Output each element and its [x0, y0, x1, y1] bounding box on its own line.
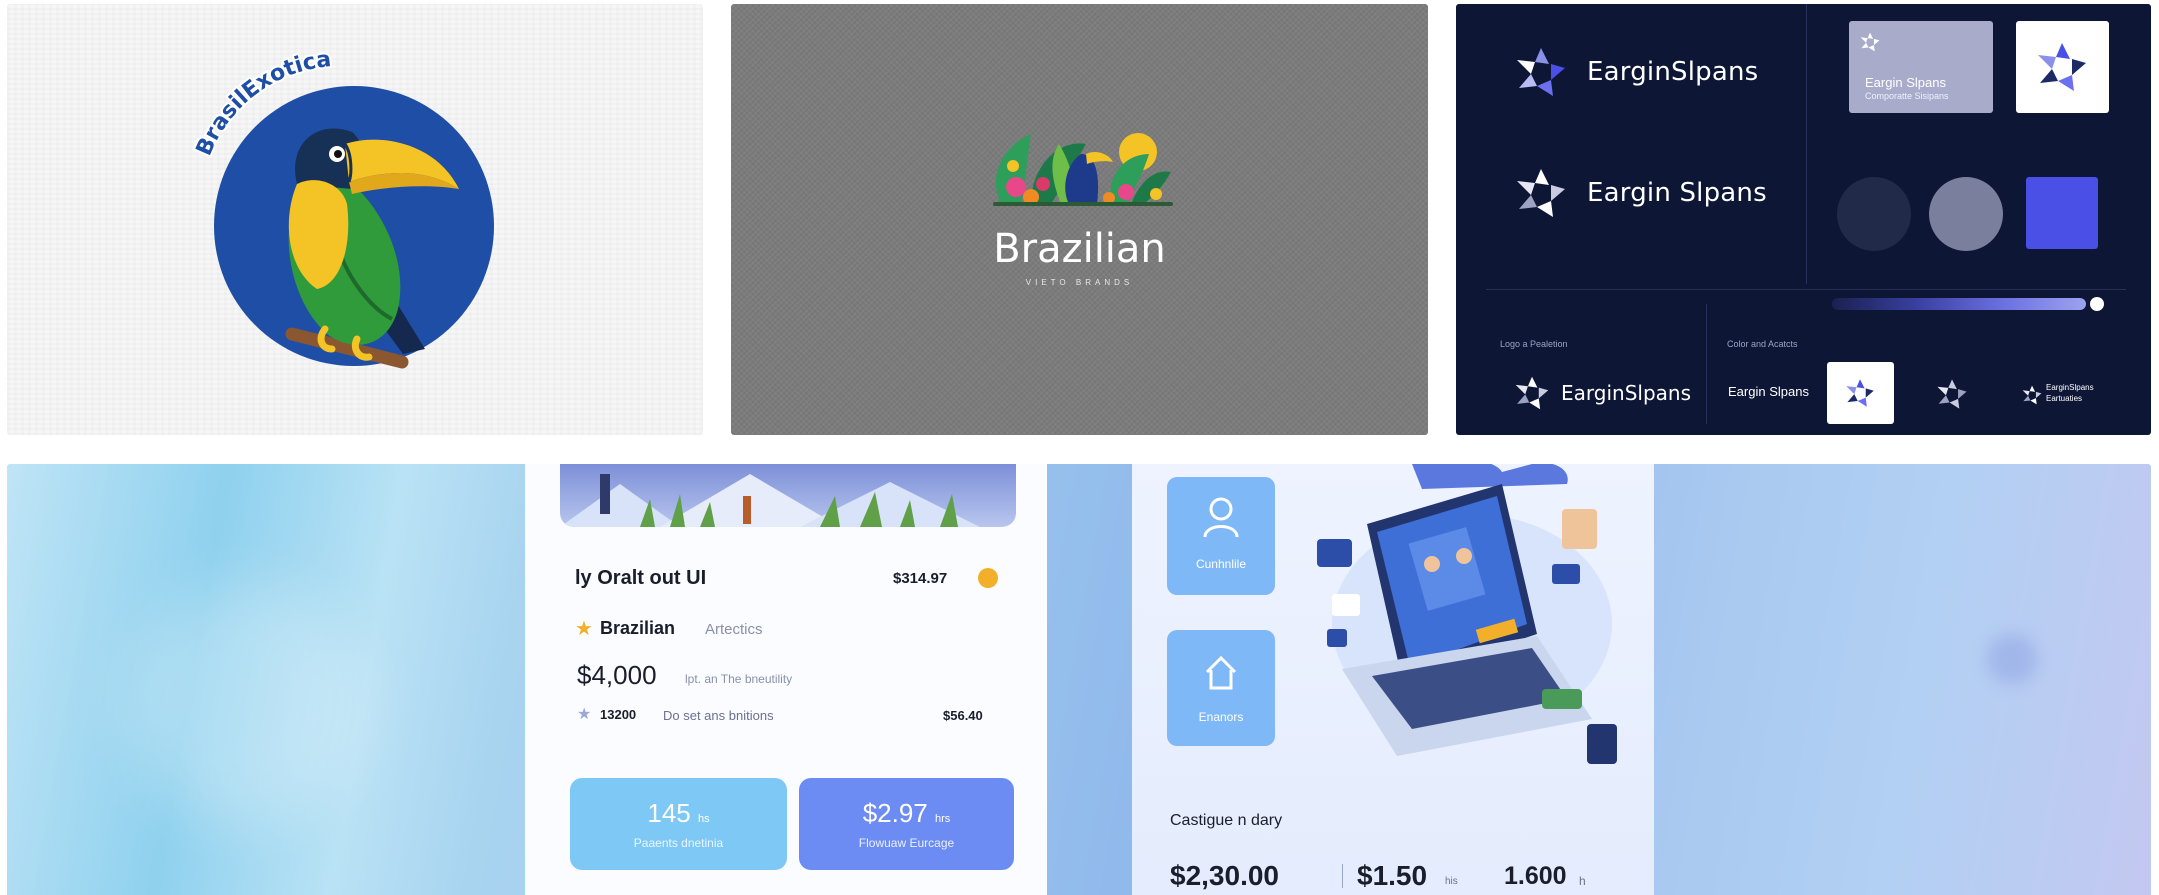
color-gradient-bar [1832, 298, 2086, 310]
stat-pill-hours[interactable]: 145 hs Paaents dnetinia [570, 778, 787, 870]
logo-row-mono: Eargin Slpans [1513, 165, 1767, 221]
thumbnail-brasilexotica[interactable]: BrasilExotica [7, 4, 703, 435]
stat-3-unit: h [1579, 874, 1586, 888]
price-top: $314.97 [893, 570, 948, 587]
pill1-value: 145 [647, 798, 691, 828]
pill1-unit: hs [698, 813, 710, 825]
stat-2: $1.50 [1357, 860, 1428, 891]
card-subtitle: Comporatte Sisipans [1865, 91, 1949, 101]
divider-vertical-bottom [1706, 304, 1707, 424]
star-logo-icon [1860, 32, 1880, 52]
coin-icon [978, 568, 998, 588]
hero-image [560, 464, 1016, 527]
card-title: Eargin Slpans [1865, 75, 1946, 90]
pill2-value: $2.97 [862, 798, 928, 828]
brand-name-text: Eargin Slpans [1728, 384, 1809, 399]
swatch-slate [1929, 177, 2003, 251]
category-tile[interactable]: Enanors [1167, 630, 1275, 746]
category-label: Enanors [1198, 710, 1244, 724]
home-icon [1205, 655, 1237, 690]
logo-card-white [2016, 21, 2109, 113]
logo-card-white-small [1827, 362, 1894, 424]
star-logo-icon [1846, 379, 1874, 407]
pill1-label: Paaents dnetinia [633, 836, 724, 850]
stat-2-unit: his [1445, 876, 1458, 887]
thumbnail-app-mockup[interactable]: ly Oralt out UI $314.97 ★ Brazilian Arte… [7, 464, 2151, 895]
star-logo-icon [1937, 379, 1967, 409]
row-amount: $56.40 [943, 708, 983, 723]
star-logo-icon [2038, 43, 2086, 91]
swatch-navy [1837, 177, 1911, 251]
phone-right: Cunhnlile Enanors Castigue n dary $2,30.… [1132, 464, 1654, 895]
brand-title: Brazilian [993, 226, 1166, 272]
thumbnail-earginslpans[interactable]: EarginSlpans Eargin Slpans Eargin Slpans… [1456, 4, 2151, 435]
category-tile[interactable]: Cunhnlile [1167, 477, 1275, 595]
brand-name: EarginSlpans [1587, 57, 1759, 87]
category-label: Cunhnlile [1195, 557, 1247, 571]
logo-row-small: EarginSlpans [1513, 374, 1691, 412]
pill2-unit: hrs [935, 813, 951, 825]
brand-subtitle: VIETO BRANDS [1025, 278, 1134, 287]
star-outline-icon: ★ [577, 706, 592, 723]
divider-horizontal [1486, 289, 2126, 290]
row-value: 13200 [600, 707, 637, 722]
brand-name: EarginSlpans [1561, 381, 1691, 405]
gradient-end-dot [2090, 297, 2104, 311]
row-label: Do set ans bnitions [663, 708, 774, 723]
star-logo-icon [1515, 376, 1549, 410]
star-logo-icon [1517, 48, 1565, 96]
tropical-illustration [993, 133, 1173, 206]
brasilexotica-logo: BrasilExotica [190, 45, 494, 369]
card-title: ly Oralt out UI [575, 567, 707, 589]
small-mark-line1: EarginSlpans [2046, 383, 2094, 392]
small-mark-line2: Eartuaties [2046, 394, 2083, 403]
brand-suffix: Artectics [705, 621, 763, 638]
star-icon: ★ [575, 618, 593, 640]
stat-pill-rate[interactable]: $2.97 hrs Flowuaw Eurcage [799, 778, 1014, 870]
bg-blob [1987, 634, 2037, 684]
stat-divider [1342, 864, 1343, 888]
caption-color: Color and Acatcts [1727, 339, 1798, 349]
logo-row-color: EarginSlpans [1513, 44, 1758, 100]
brand-card: Eargin Slpans Comporatte Sisipans [1849, 21, 1993, 113]
big-price: $4,000 [577, 660, 657, 690]
brand-name: Eargin Slpans [1587, 178, 1767, 208]
pill2-label: Flowuaw Eurcage [858, 836, 955, 850]
stat-3: 1.600 [1504, 862, 1567, 890]
user-icon [1203, 497, 1239, 538]
bg-blob [127, 584, 367, 824]
phone-left: ly Oralt out UI $314.97 ★ Brazilian Arte… [525, 464, 1047, 895]
section-heading: Castigue n dary [1170, 812, 1283, 829]
laptop-illustration [1317, 464, 1617, 764]
star-logo-icon [2022, 385, 2042, 405]
caption-logo: Logo a Pealetion [1500, 339, 1568, 349]
swatch-indigo [2026, 177, 2098, 249]
big-price-note: lpt. an The bneutility [685, 672, 793, 686]
brand-name: Brazilian [600, 618, 676, 638]
thumbnail-brazilian[interactable]: Brazilian VIETO BRANDS [731, 4, 1428, 435]
star-logo-icon [1517, 169, 1565, 217]
divider-vertical [1806, 4, 1807, 284]
stat-1: $2,30.00 [1170, 860, 1279, 891]
